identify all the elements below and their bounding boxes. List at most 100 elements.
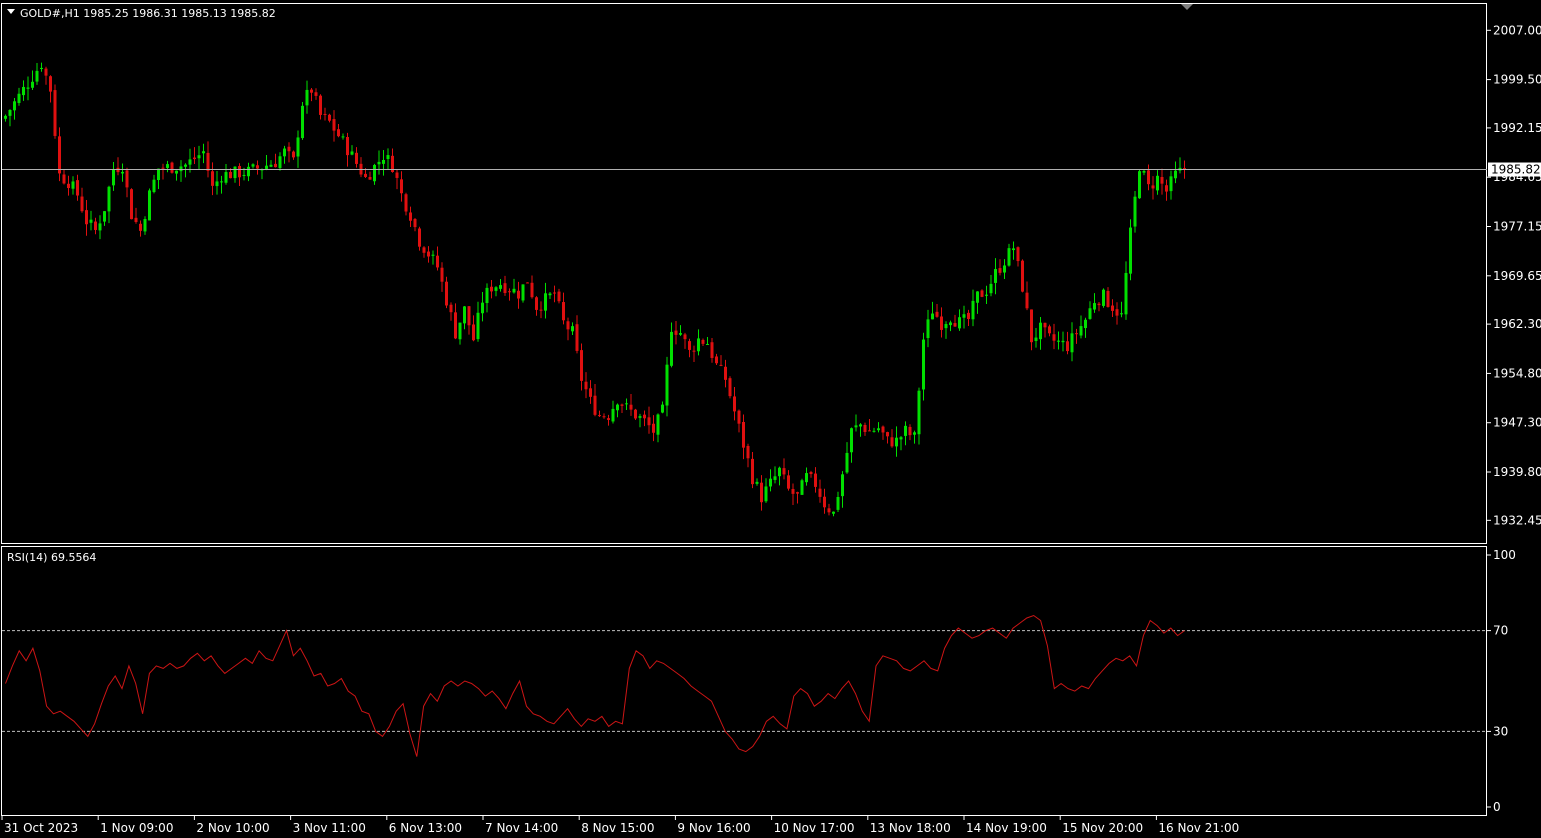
- candle-body: [310, 89, 313, 93]
- price-tick-label: 1969.65: [1493, 269, 1541, 283]
- candle-body: [998, 268, 1002, 273]
- candle-body: [760, 482, 763, 503]
- rsi-tick-label: 0: [1493, 800, 1501, 814]
- candle-body: [431, 254, 435, 256]
- candle-body: [175, 170, 178, 174]
- candle-body: [1133, 196, 1137, 227]
- candle-body: [382, 159, 385, 164]
- candle-body: [877, 428, 880, 431]
- candle-body: [98, 223, 102, 231]
- candle-body: [913, 432, 916, 435]
- candle-body: [35, 70, 39, 82]
- candle-body: [197, 155, 201, 159]
- candle-body: [661, 404, 664, 413]
- candle-body: [544, 293, 547, 311]
- candle-body: [179, 166, 183, 172]
- candle-body: [400, 179, 403, 194]
- candle-body: [1129, 227, 1132, 274]
- candle-body: [40, 67, 43, 69]
- trading-chart[interactable]: GOLD#,H1 1985.25 1986.31 1985.13 1985.82…: [0, 0, 1541, 838]
- rsi-tick-label: 70: [1493, 624, 1508, 638]
- candle-body: [886, 432, 889, 437]
- candle-body: [494, 287, 498, 291]
- candle-body: [368, 176, 372, 180]
- candle-body: [958, 317, 961, 329]
- candle-body: [1169, 176, 1173, 192]
- candle-body: [985, 294, 988, 296]
- candle-body: [769, 478, 772, 487]
- candle-body: [908, 426, 912, 436]
- last-price-label: 1985.82: [1491, 163, 1541, 177]
- candle-body: [715, 356, 718, 364]
- candle-body: [1174, 170, 1177, 179]
- candle-body: [296, 137, 300, 157]
- candle-body: [895, 437, 898, 447]
- candle-body: [670, 331, 673, 366]
- candle-body: [422, 247, 426, 253]
- candle-body: [1156, 175, 1159, 191]
- candle-body: [215, 181, 219, 187]
- rsi-header: RSI(14) 69.5564: [7, 551, 96, 564]
- candle-body: [332, 119, 336, 131]
- candle-body: [314, 92, 318, 96]
- candle-body: [949, 322, 952, 326]
- candle-body: [233, 166, 237, 179]
- candle-body: [593, 395, 597, 415]
- candle-body: [512, 288, 516, 293]
- candle-body: [971, 300, 975, 320]
- candle-body: [130, 189, 133, 220]
- candle-body: [112, 168, 115, 186]
- candle-body: [238, 165, 241, 178]
- candle-body: [292, 151, 295, 158]
- candle-body: [904, 425, 907, 436]
- candle-body: [616, 404, 619, 411]
- candle-body: [467, 306, 471, 326]
- price-tick-label: 1992.15: [1493, 121, 1541, 135]
- candle-body: [827, 508, 831, 513]
- candle-body: [143, 219, 147, 232]
- candle-body: [485, 287, 489, 304]
- candle-body: [850, 428, 853, 453]
- candle-body: [242, 174, 246, 176]
- candle-body: [859, 424, 862, 427]
- candle-body: [386, 155, 390, 160]
- candle-body: [224, 172, 228, 183]
- candle-body: [1043, 322, 1047, 328]
- candle-body: [728, 378, 732, 397]
- time-tick-label: 15 Nov 20:00: [1062, 821, 1143, 835]
- candle-body: [256, 165, 259, 169]
- candle-body: [319, 95, 322, 115]
- candle-body: [746, 445, 750, 459]
- candle-body: [1052, 334, 1056, 341]
- candle-body: [85, 210, 88, 225]
- candle-body: [202, 151, 205, 154]
- candle-body: [373, 164, 376, 182]
- candle-body: [49, 76, 52, 92]
- candle-body: [80, 196, 84, 212]
- candle-body: [800, 480, 804, 495]
- candle-body: [409, 212, 412, 221]
- candle-body: [1003, 265, 1006, 273]
- candle-body: [611, 408, 615, 422]
- candle-body: [1039, 322, 1042, 340]
- candle-body: [526, 282, 529, 284]
- candle-body: [503, 283, 507, 294]
- candle-body: [76, 180, 79, 196]
- price-tick-label: 1939.80: [1493, 465, 1541, 479]
- candle-body: [94, 221, 97, 230]
- candle-body: [868, 430, 871, 432]
- candle-body: [508, 291, 511, 293]
- candle-body: [571, 326, 574, 332]
- candle-body: [665, 364, 669, 406]
- candle-body: [926, 319, 930, 339]
- candle-body: [211, 171, 214, 186]
- price-tick-label: 1954.80: [1493, 366, 1541, 380]
- candle-body: [283, 148, 286, 157]
- time-tick-label: 31 Oct 2023: [4, 821, 78, 835]
- candle-body: [553, 292, 556, 294]
- candle-body: [674, 330, 678, 335]
- candle-body: [890, 437, 894, 447]
- candle-body: [490, 286, 493, 292]
- candle-body: [706, 343, 709, 345]
- candle-body: [530, 282, 534, 298]
